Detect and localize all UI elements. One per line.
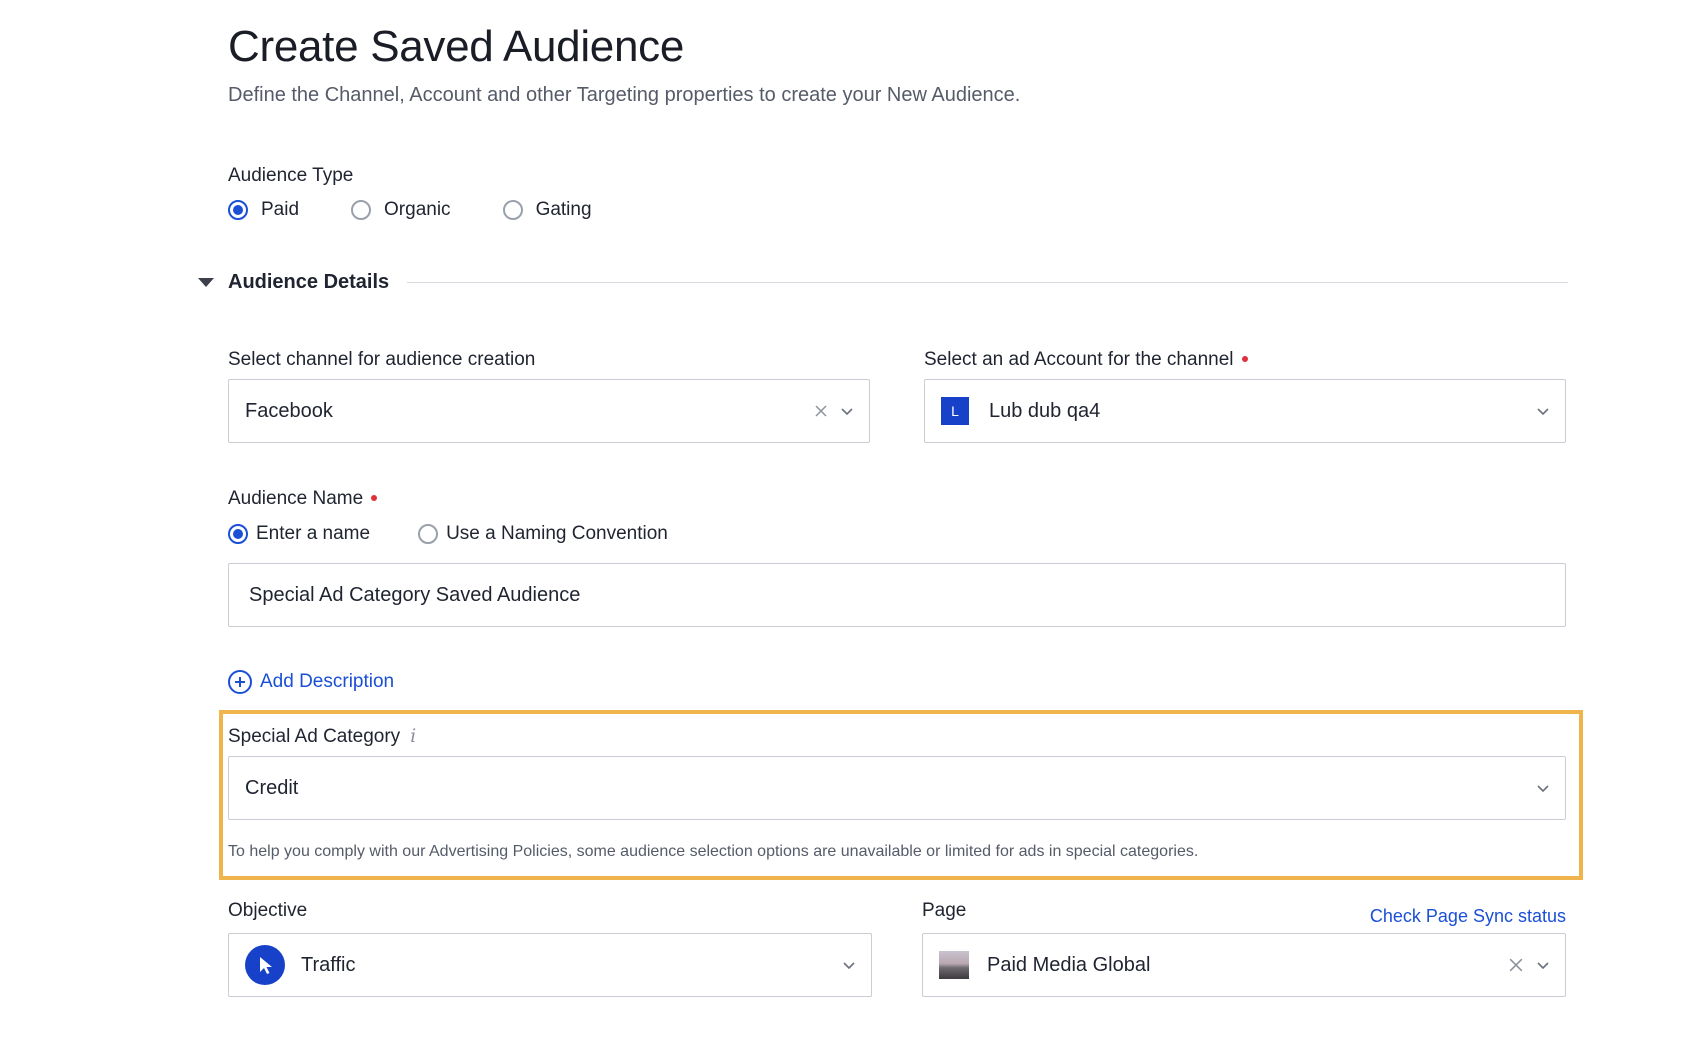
objective-select[interactable]: Traffic (228, 933, 872, 997)
special-ad-category-value: Credit (245, 776, 299, 799)
audience-name-input-wrapper (228, 563, 1566, 627)
ad-account-label: Select an ad Account for the channel (924, 349, 1248, 371)
radio-enter-name[interactable] (228, 524, 248, 544)
add-description-link[interactable]: Add Description (228, 670, 394, 694)
audience-type-gating-option[interactable]: Gating (502, 199, 592, 221)
special-ad-category-label-text: Special Ad Category (228, 726, 401, 747)
radio-organic[interactable] (351, 200, 372, 220)
chevron-down-icon[interactable] (843, 959, 855, 971)
naming-convention-option[interactable]: Use a Naming Convention (418, 523, 668, 545)
collapse-caret-icon[interactable] (198, 277, 214, 287)
ad-account-label-text: Select an ad Account for the channel (924, 349, 1234, 370)
chevron-down-icon[interactable] (841, 405, 853, 417)
radio-paid[interactable] (228, 200, 248, 220)
audience-type-label: Audience Type (228, 165, 354, 186)
chevron-down-icon[interactable] (1537, 405, 1549, 417)
ad-account-select[interactable]: L Lub dub qa4 (924, 379, 1566, 443)
account-avatar: L (941, 397, 969, 425)
info-icon[interactable]: i (410, 725, 416, 747)
audience-details-section-header[interactable]: Audience Details (198, 267, 1568, 297)
chevron-down-icon[interactable] (1537, 782, 1549, 794)
page-select-value: Paid Media Global (987, 953, 1151, 976)
required-dot-icon (1241, 355, 1248, 362)
special-ad-category-select[interactable]: Credit (228, 756, 1566, 820)
page-title: Create Saved Audience (228, 22, 685, 71)
radio-naming-convention[interactable] (418, 524, 439, 544)
radio-naming-convention-label: Use a Naming Convention (446, 523, 668, 544)
radio-gating-label: Gating (535, 199, 592, 220)
audience-name-label-text: Audience Name (228, 488, 364, 509)
page-select[interactable]: Paid Media Global (922, 933, 1566, 997)
check-page-sync-link[interactable]: Check Page Sync status (1370, 906, 1566, 927)
channel-select-value: Facebook (245, 399, 333, 422)
channel-label: Select channel for audience creation (228, 349, 536, 370)
clear-icon[interactable] (1509, 958, 1523, 972)
ad-account-select-value: Lub dub qa4 (989, 399, 1101, 422)
plus-circle-icon (228, 670, 252, 694)
radio-organic-label: Organic (384, 199, 451, 220)
cursor-arrow-icon (260, 957, 272, 974)
audience-type-organic-option[interactable]: Organic (351, 199, 451, 221)
audience-name-input[interactable] (249, 583, 1545, 607)
section-divider (407, 281, 1568, 283)
audience-name-radio-group: Enter a name Use a Naming Convention (228, 523, 720, 545)
page-thumbnail (939, 951, 969, 979)
special-ad-category-label: Special Ad Category i (228, 725, 416, 748)
page-subtitle: Define the Channel, Account and other Ta… (228, 84, 1021, 106)
section-title: Audience Details (228, 270, 390, 293)
enter-name-option[interactable]: Enter a name (228, 523, 370, 545)
cursor-icon (245, 945, 285, 985)
radio-paid-label: Paid (261, 199, 300, 220)
channel-select[interactable]: Facebook (228, 379, 870, 443)
audience-type-paid-option[interactable]: Paid (228, 199, 299, 221)
audience-name-label: Audience Name (228, 488, 378, 510)
chevron-down-icon[interactable] (1537, 959, 1549, 971)
radio-gating[interactable] (502, 200, 523, 220)
objective-select-value: Traffic (301, 953, 356, 976)
add-description-text: Add Description (260, 671, 395, 692)
audience-type-radio-group: Paid Organic Gating (228, 199, 644, 221)
required-dot-icon (371, 494, 378, 501)
page-label: Page (922, 900, 967, 921)
clear-icon[interactable] (815, 405, 827, 417)
radio-enter-name-label: Enter a name (256, 523, 371, 544)
objective-label: Objective (228, 900, 308, 921)
special-ad-category-helper: To help you comply with our Advertising … (228, 843, 1199, 860)
